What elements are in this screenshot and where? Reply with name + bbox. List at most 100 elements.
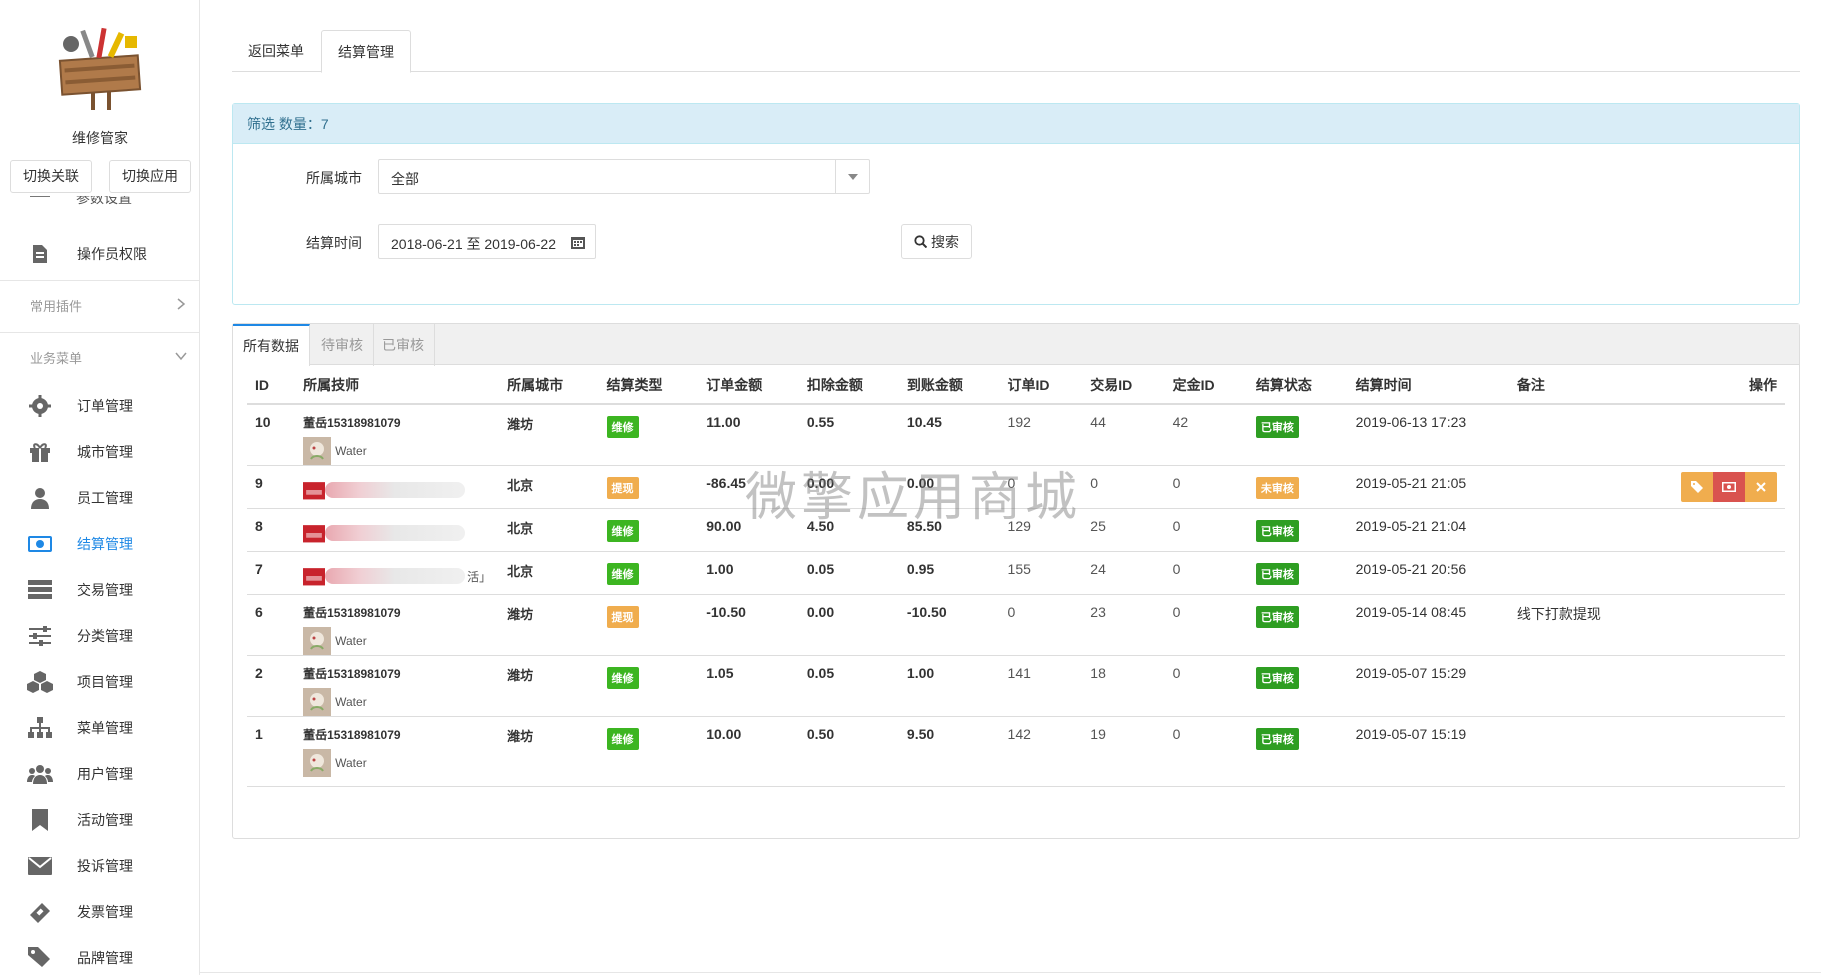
- technician-nickname: Water: [335, 756, 367, 770]
- technician-blurred: [303, 522, 491, 544]
- type-badge: 提现: [606, 477, 639, 499]
- cell-received: 1.00: [898, 655, 1000, 717]
- sidebar-item-invoices[interactable]: 发票管理: [0, 890, 199, 934]
- city-label: 所属城市: [306, 170, 362, 186]
- col-time: 结算时间: [1347, 366, 1509, 405]
- technician-info: Water: [303, 627, 491, 655]
- city-select-value: 全部: [391, 171, 419, 187]
- redacted-name: [325, 525, 466, 541]
- cell-time: 2019-05-07 15:29: [1347, 655, 1509, 717]
- status-badge: 已审核: [1255, 606, 1299, 628]
- cell-id: 1: [247, 716, 296, 787]
- sidebar-item-staff[interactable]: 员工管理: [0, 476, 199, 520]
- cell-status: 已审核: [1247, 508, 1348, 552]
- cell-deposit-id: 0: [1164, 655, 1248, 717]
- city-select[interactable]: 全部: [378, 159, 870, 194]
- cell-order-amount: -86.45: [698, 465, 799, 509]
- close-icon: [1756, 482, 1766, 492]
- sidebar-item-label: 品牌管理: [77, 950, 133, 966]
- row-actions: [1681, 472, 1777, 502]
- cell-status: 已审核: [1247, 404, 1348, 466]
- sidebar-item-label: 参数设置: [76, 196, 132, 206]
- type-badge: 提现: [606, 606, 639, 628]
- cell-note: [1508, 404, 1673, 466]
- sidebar-item-transactions[interactable]: 交易管理: [0, 568, 199, 612]
- sidebar-item-cities[interactable]: 城市管理: [0, 430, 199, 474]
- cell-time: 2019-05-07 15:19: [1347, 716, 1509, 787]
- date-range-input[interactable]: 2018-06-21 至 2019-06-22: [378, 224, 596, 259]
- sidebar-item-label: 员工管理: [77, 490, 133, 506]
- sidebar-item-label: 操作员权限: [77, 246, 147, 262]
- sidebar-item-brands[interactable]: 品牌管理: [0, 936, 199, 975]
- sidebar-item-settlement[interactable]: 结算管理: [0, 522, 199, 566]
- technician-nickname: Water: [335, 695, 367, 709]
- cell-order-id: 155: [999, 551, 1083, 595]
- switch-app-button[interactable]: 切换应用: [109, 160, 191, 193]
- sidebar-item-projects[interactable]: 项目管理: [0, 660, 199, 704]
- tab-approved[interactable]: 已审核: [372, 324, 435, 366]
- tag-action-button[interactable]: [1681, 472, 1713, 502]
- cell-status: 已审核: [1247, 716, 1348, 787]
- tab-all-data[interactable]: 所有数据: [233, 324, 310, 366]
- money-action-button[interactable]: [1713, 472, 1745, 502]
- date-range-value: 2018-06-21 至 2019-06-22: [391, 236, 557, 252]
- settlement-table: ID 所属技师 所属城市 结算类型 订单金额 扣除金额 到账金额 订单ID 交易…: [247, 366, 1785, 787]
- type-badge: 维修: [606, 728, 639, 750]
- redacted-name: [325, 482, 466, 498]
- avatar: [303, 749, 332, 777]
- avatar: [303, 482, 326, 500]
- type-badge: 维修: [606, 667, 639, 689]
- cell-trade-id: 23: [1082, 594, 1165, 656]
- sidebar-item-activities[interactable]: 活动管理: [0, 798, 199, 842]
- cell-note: [1508, 716, 1673, 787]
- table-row: 8 北京 维修 90.00 4.50 85.50 129 25 0 已审核 2019-05-21 2…: [247, 508, 1785, 552]
- col-status: 结算状态: [1247, 366, 1348, 405]
- cell-type: 维修: [598, 508, 699, 552]
- sidebar-item-users[interactable]: 用户管理: [0, 752, 199, 796]
- divider: [200, 972, 1821, 973]
- tags-icon: [27, 945, 53, 971]
- cell-trade-id: 19: [1082, 716, 1165, 787]
- sidebar-item-operator-permissions[interactable]: 操作员权限: [0, 232, 199, 276]
- cell-id: 6: [247, 594, 296, 656]
- col-technician: 所属技师: [295, 366, 500, 405]
- tab-pending[interactable]: 待审核: [311, 324, 374, 366]
- cell-city: 北京: [499, 551, 599, 595]
- cell-received: -10.50: [898, 594, 1000, 656]
- sidebar-item-menus[interactable]: 菜单管理: [0, 706, 199, 750]
- sidebar-item-complaints[interactable]: 投诉管理: [0, 844, 199, 888]
- sidebar-item-label: 城市管理: [77, 444, 133, 460]
- chevron-down-icon: [175, 352, 187, 361]
- app-logo: [58, 27, 142, 110]
- users-icon: [27, 761, 53, 787]
- table-row: 10 董岳15318981079 Water 潍坊 维修 11.00 0.55 10.45 19…: [247, 404, 1785, 466]
- sidebar-item-label: 活动管理: [77, 812, 133, 828]
- tab-settlement[interactable]: 结算管理: [321, 30, 411, 73]
- cell-order-id: 142: [999, 716, 1083, 787]
- cell-order-amount: 1.05: [698, 655, 799, 717]
- section-business-menu[interactable]: 业务菜单: [0, 332, 199, 382]
- avatar: [303, 568, 326, 586]
- section-common-plugins[interactable]: 常用插件: [0, 280, 199, 330]
- switch-link-button[interactable]: 切换关联: [10, 160, 92, 193]
- sidebar-item-orders[interactable]: 订单管理: [0, 384, 199, 428]
- cell-city: 北京: [499, 465, 599, 509]
- cell-deduction: 0.05: [798, 551, 899, 595]
- status-badge: 未审核: [1255, 477, 1299, 499]
- caret-down-icon: [835, 160, 869, 193]
- close-action-button[interactable]: [1745, 472, 1777, 502]
- cell-deduction: 0.55: [798, 404, 899, 466]
- sidebar-item-params-clipped[interactable]: 参数设置: [0, 196, 199, 214]
- col-order-id: 订单ID: [999, 366, 1083, 405]
- cell-actions: [1672, 404, 1785, 466]
- gift-icon: [27, 439, 53, 465]
- sidebar-item-label: 投诉管理: [77, 858, 133, 874]
- search-button[interactable]: 搜索: [901, 224, 972, 259]
- money-icon: [1722, 482, 1736, 492]
- technician-blurred: [303, 479, 491, 501]
- sidebar-item-categories[interactable]: 分类管理: [0, 614, 199, 658]
- technician-name-tail: 活」: [467, 569, 492, 584]
- cell-deduction: 0.00: [798, 594, 899, 656]
- sidebar-item-label: 分类管理: [77, 628, 133, 644]
- tab-back-menu[interactable]: 返回菜单: [232, 30, 320, 72]
